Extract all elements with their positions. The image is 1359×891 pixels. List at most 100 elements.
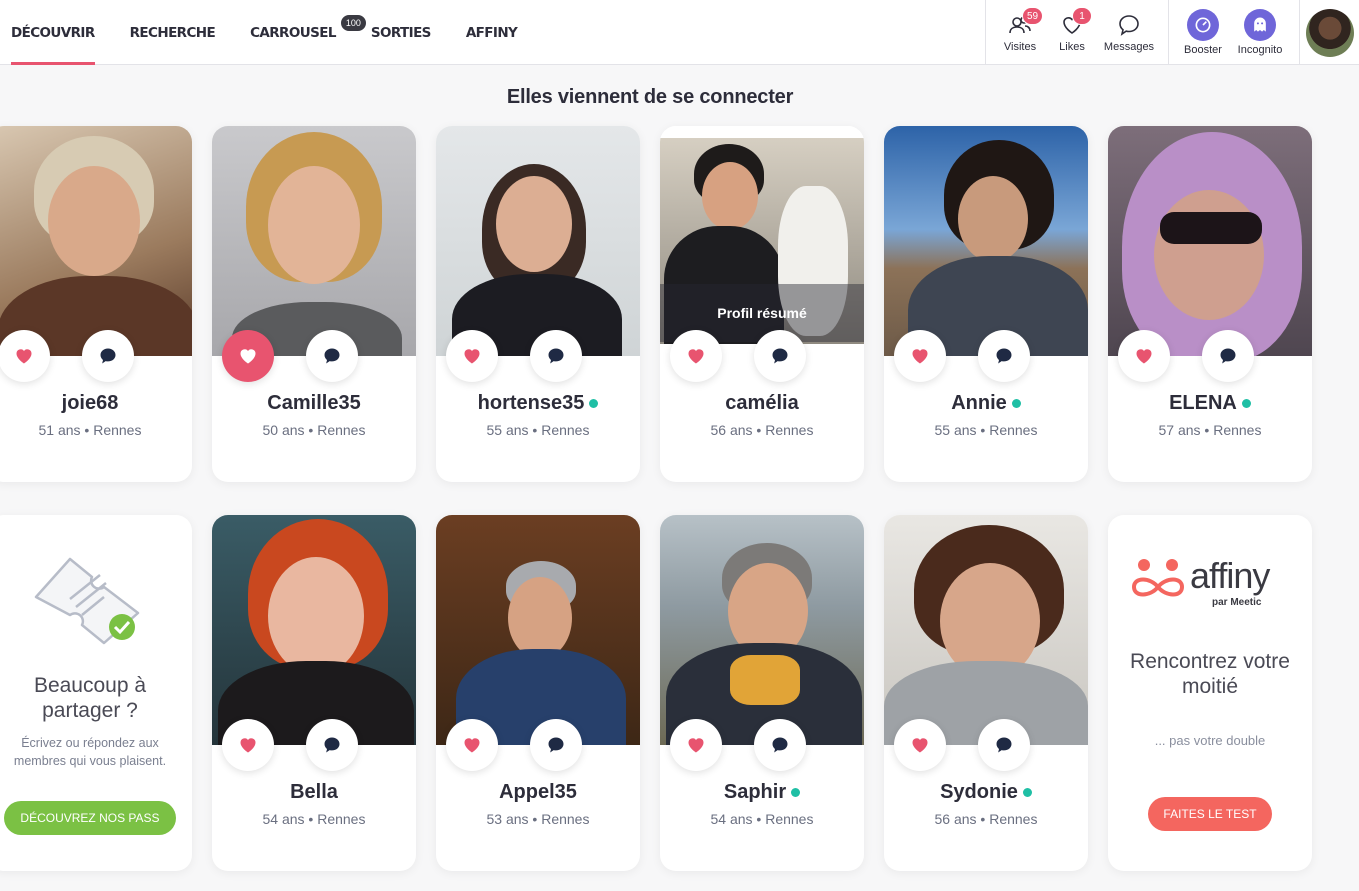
online-indicator — [791, 788, 801, 797]
nav-tab-recherche[interactable]: RECHERCHE — [119, 0, 226, 65]
like-button[interactable] — [222, 330, 274, 382]
heart-icon — [16, 349, 32, 364]
visites-badge: 59 — [1022, 7, 1044, 25]
profile-photo[interactable] — [660, 515, 864, 745]
like-button[interactable] — [446, 719, 498, 771]
profile-card[interactable]: hortense35 55 ans • Rennes — [436, 126, 640, 482]
message-button[interactable] — [978, 330, 1030, 382]
message-button[interactable] — [978, 719, 1030, 771]
like-button[interactable] — [670, 330, 722, 382]
chat-bubble-icon — [996, 348, 1012, 364]
chat-bubble-icon — [1119, 14, 1139, 36]
profile-photo[interactable] — [0, 126, 192, 356]
chat-bubble-icon — [1220, 348, 1236, 364]
affiny-infinity-icon — [1131, 559, 1185, 597]
profile-photo[interactable] — [212, 515, 416, 745]
profile-card[interactable]: Appel35 53 ans • Rennes — [436, 515, 640, 871]
message-button[interactable] — [754, 330, 806, 382]
booster-button[interactable]: Booster — [1177, 0, 1229, 65]
online-indicator — [1022, 788, 1032, 797]
promo-pass-card: Beaucoup à partager ? Écrivez ou réponde… — [0, 515, 192, 871]
profile-photo[interactable] — [436, 515, 640, 745]
take-test-button[interactable]: FAITES LE TEST — [1148, 797, 1272, 831]
profile-age-city: 56 ans • Rennes — [934, 811, 1038, 827]
heart-icon — [912, 349, 928, 364]
like-button[interactable] — [670, 719, 722, 771]
profile-name: Saphir — [660, 781, 864, 804]
heart-icon — [464, 349, 480, 364]
like-button[interactable] — [446, 330, 498, 382]
incognito-button[interactable]: Incognito — [1229, 0, 1291, 65]
likes-badge: 1 — [1072, 7, 1092, 25]
profile-photo[interactable] — [884, 515, 1088, 745]
profile-card[interactable]: Sydonie 56 ans • Rennes — [884, 515, 1088, 871]
online-indicator — [1011, 399, 1021, 408]
top-navigation-bar: DÉCOUVRIR RECHERCHE CARROUSEL 100 SORTIES… — [0, 0, 1359, 65]
section-title: Elles viennent de se connecter — [506, 86, 794, 108]
profile-photo[interactable]: Profil résumé — [660, 126, 864, 356]
like-button[interactable] — [1118, 330, 1170, 382]
like-button[interactable] — [894, 719, 946, 771]
profile-photo[interactable] — [212, 126, 416, 356]
profile-name: joie68 — [61, 392, 119, 414]
message-button[interactable] — [306, 330, 358, 382]
affiny-logo: affiny par Meetic — [1126, 551, 1296, 621]
visites-button[interactable]: 59 Visites — [994, 0, 1046, 65]
profile-card[interactable]: ELENA 57 ans • Rennes — [1108, 126, 1312, 482]
chat-bubble-icon — [548, 348, 564, 364]
profile-age-city: 51 ans • Rennes — [38, 422, 142, 438]
like-button[interactable] — [222, 719, 274, 771]
affiny-logo-text: affiny — [1190, 555, 1270, 596]
nav-tab-carrousel[interactable]: CARROUSEL 100 — [239, 0, 367, 65]
profile-card[interactable]: Bella 54 ans • Rennes — [212, 515, 416, 871]
message-button[interactable] — [306, 719, 358, 771]
profile-card[interactable]: Profil résumé camélia 56 ans • Rennes — [660, 126, 864, 482]
message-button[interactable] — [754, 719, 806, 771]
message-button[interactable] — [1202, 330, 1254, 382]
profile-age-city: 56 ans • Rennes — [710, 422, 814, 438]
profile-card[interactable]: Camille35 50 ans • Rennes — [212, 126, 416, 482]
like-button[interactable] — [894, 330, 946, 382]
profile-age-city: 50 ans • Rennes — [262, 422, 366, 438]
heart-icon — [464, 738, 480, 753]
profile-card[interactable]: Annie 55 ans • Rennes — [884, 126, 1088, 482]
profile-name: Camille35 — [267, 392, 361, 414]
promo-pass-title: Beaucoup à partager ? — [33, 674, 147, 722]
account-menu[interactable] — [1299, 0, 1359, 65]
affiny-subtitle: ... pas votre double — [1154, 733, 1266, 748]
profile-name: ELENA — [1108, 392, 1312, 415]
profile-name: hortense35 — [436, 392, 640, 415]
message-button[interactable] — [82, 330, 134, 382]
affiny-logo-sub: par Meetic — [1212, 597, 1262, 608]
profile-age-city: 54 ans • Rennes — [262, 811, 366, 827]
profile-photo[interactable] — [884, 126, 1088, 356]
messages-button[interactable]: Messages — [1098, 0, 1160, 65]
profile-age-city: 55 ans • Rennes — [934, 422, 1038, 438]
profile-card[interactable]: joie68 51 ans • Rennes — [0, 126, 192, 482]
nav-tab-decouvrir[interactable]: DÉCOUVRIR — [0, 0, 106, 65]
chat-bubble-icon — [324, 737, 340, 753]
profile-name: Bella — [290, 781, 338, 803]
profile-age-city: 55 ans • Rennes — [486, 422, 590, 438]
user-avatar — [1305, 8, 1354, 57]
profile-photo[interactable] — [1108, 126, 1312, 356]
booster-icon — [1187, 9, 1219, 41]
online-indicator — [589, 399, 599, 408]
chat-bubble-icon — [324, 348, 340, 364]
likes-button[interactable]: 1 Likes — [1046, 0, 1098, 65]
promo-affiny-card: affiny par Meetic Rencontrez votre moiti… — [1108, 515, 1312, 871]
discover-pass-button[interactable]: DÉCOUVREZ NOS PASS — [4, 801, 176, 835]
profile-age-city: 54 ans • Rennes — [710, 811, 814, 827]
like-button[interactable] — [0, 330, 50, 382]
profile-card[interactable]: Saphir 54 ans • Rennes — [660, 515, 864, 871]
profile-age-city: 53 ans • Rennes — [486, 811, 590, 827]
main-nav: DÉCOUVRIR RECHERCHE CARROUSEL 100 SORTIES… — [0, 0, 528, 65]
message-button[interactable] — [530, 330, 582, 382]
profile-age-city: 57 ans • Rennes — [1158, 422, 1262, 438]
nav-tab-sorties[interactable]: SORTIES — [360, 0, 442, 65]
profile-name: Annie — [884, 392, 1088, 415]
profile-photo[interactable] — [436, 126, 640, 356]
message-button[interactable] — [530, 719, 582, 771]
nav-tab-affiny[interactable]: AFFINY — [455, 0, 528, 65]
profile-name: Sydonie — [884, 781, 1088, 804]
